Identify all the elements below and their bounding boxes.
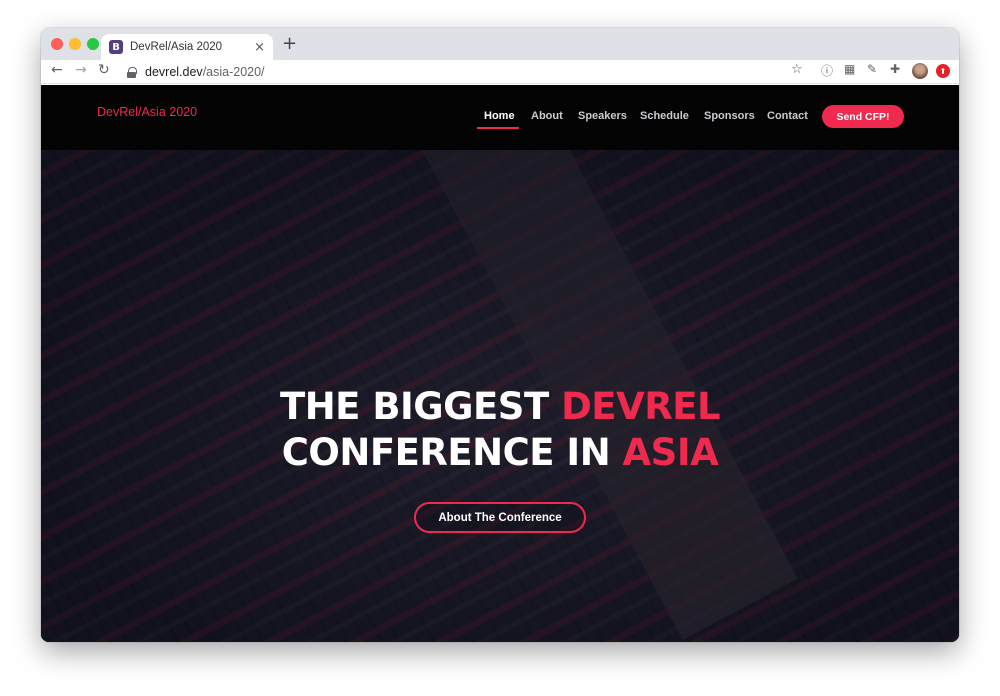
hero-headline: THE BIGGEST DEVREL CONFERENCE IN ASIA: [41, 384, 959, 476]
headline-line1-white: THE BIGGEST: [279, 385, 562, 428]
browser-toolbar: ← → ↻ devrel.dev/asia-2020/ ☆ ⓘ ▦ ✎ ✚ ⬆: [41, 60, 959, 84]
forward-icon[interactable]: →: [75, 62, 87, 78]
close-tab-icon[interactable]: ×: [254, 41, 265, 54]
browser-window: B DevRel/Asia 2020 × + ← → ↻ devrel.dev/…: [41, 28, 959, 642]
brand-logo[interactable]: DevRel/Asia 2020: [97, 105, 197, 119]
back-icon[interactable]: ←: [51, 62, 63, 78]
lock-icon[interactable]: [127, 66, 137, 78]
close-window-icon[interactable]: [51, 38, 63, 50]
tab-strip: B DevRel/Asia 2020 × +: [41, 28, 959, 60]
send-cfp-button[interactable]: Send CFP!: [822, 105, 904, 128]
minimize-window-icon[interactable]: [69, 38, 81, 50]
nav-schedule[interactable]: Schedule: [640, 110, 689, 122]
headline-line2-white: CONFERENCE IN: [281, 431, 623, 474]
star-icon[interactable]: ☆: [791, 62, 803, 77]
hero-section: THE BIGGEST DEVREL CONFERENCE IN ASIA Ab…: [41, 150, 959, 642]
address-bar[interactable]: devrel.dev/asia-2020/: [119, 61, 817, 83]
active-nav-indicator: [477, 127, 519, 129]
website: DevRel/Asia 2020 Home About Speakers Sch…: [41, 85, 959, 642]
nav-contact[interactable]: Contact: [767, 110, 808, 122]
profile-avatar-icon[interactable]: [912, 63, 928, 79]
new-tab-icon[interactable]: +: [282, 33, 297, 54]
nav-about[interactable]: About: [531, 110, 563, 122]
eyedropper-icon[interactable]: ✎: [867, 62, 877, 76]
about-conference-button[interactable]: About The Conference: [414, 502, 586, 533]
reload-icon[interactable]: ↻: [98, 62, 110, 78]
url-path: /asia-2020/: [202, 65, 265, 79]
site-navbar: DevRel/Asia 2020 Home About Speakers Sch…: [41, 85, 959, 150]
tab-title: DevRel/Asia 2020: [130, 41, 223, 53]
headline-line1-accent: DEVREL: [561, 385, 721, 428]
browser-tab[interactable]: B DevRel/Asia 2020 ×: [101, 34, 273, 60]
bootstrap-favicon-icon: B: [109, 40, 123, 54]
maximize-window-icon[interactable]: [87, 38, 99, 50]
nav-speakers[interactable]: Speakers: [578, 110, 627, 122]
qr-code-icon[interactable]: ▦: [844, 62, 855, 76]
extensions-icon[interactable]: ✚: [890, 62, 900, 76]
url-host: devrel.dev: [145, 65, 203, 79]
nav-home[interactable]: Home: [484, 110, 515, 122]
url-text: devrel.dev/asia-2020/: [145, 65, 265, 79]
headline-line2-accent: ASIA: [622, 431, 719, 474]
ext-red-icon[interactable]: ⬆: [936, 64, 950, 78]
nav-sponsors[interactable]: Sponsors: [704, 110, 755, 122]
info-icon[interactable]: ⓘ: [821, 62, 833, 79]
